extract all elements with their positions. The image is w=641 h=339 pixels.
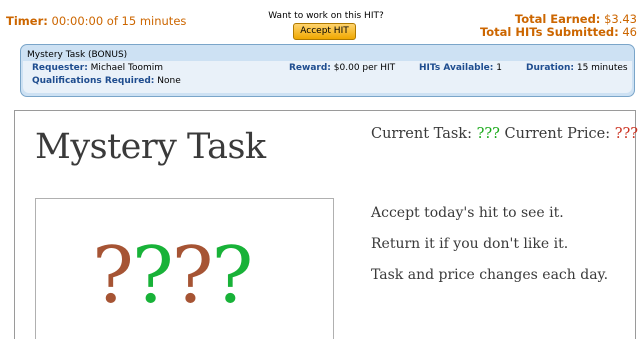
question-marks: ???? bbox=[92, 237, 253, 315]
duration-value: 15 minutes bbox=[576, 63, 628, 73]
mystery-image: ???? bbox=[35, 198, 334, 339]
duration: Duration: 15 minutes bbox=[526, 63, 628, 73]
instruction-line: Accept today's hit to see it. bbox=[371, 205, 564, 221]
hits-available: HITs Available: 1 bbox=[419, 63, 502, 73]
current-task-line: Current Task: ??? Current Price: ??? bbox=[371, 126, 638, 142]
timer-label: Timer: bbox=[6, 14, 48, 28]
hits-available-label: HITs Available: bbox=[419, 63, 494, 73]
hit-details: Requester: Michael Toomim Reward: $0.00 … bbox=[23, 61, 632, 93]
accept-hit-button[interactable]: Accept HIT bbox=[293, 23, 356, 40]
current-price-label: Current Price: bbox=[504, 126, 611, 142]
task-heading: Mystery Task bbox=[35, 127, 266, 167]
total-hits-submitted: Total HITs Submitted: 46 bbox=[480, 26, 637, 39]
total-earned-label: Total Earned: bbox=[514, 12, 601, 26]
qualifications-label: Qualifications Required: bbox=[32, 76, 155, 86]
current-price-value: ??? bbox=[614, 126, 639, 142]
reward-label: Reward: bbox=[289, 63, 331, 73]
qualifications-value: None bbox=[157, 76, 181, 86]
instruction-line: Return it if you don't like it. bbox=[371, 236, 569, 252]
duration-label: Duration: bbox=[526, 63, 574, 73]
work-prompt: Want to work on this HIT? bbox=[268, 11, 384, 21]
question-mark: ? bbox=[131, 231, 174, 321]
timer: Timer: 00:00:00 of 15 minutes bbox=[6, 14, 186, 28]
total-hits-label: Total HITs Submitted: bbox=[479, 25, 619, 39]
hits-available-value: 1 bbox=[496, 63, 502, 73]
current-task-value: ??? bbox=[476, 126, 500, 142]
requester-label: Requester: bbox=[32, 63, 88, 73]
reward-value: $0.00 per HIT bbox=[333, 63, 396, 73]
question-mark: ? bbox=[211, 231, 253, 321]
current-task-label: Current Task: bbox=[371, 126, 472, 142]
timer-value: 00:00:00 of 15 minutes bbox=[51, 14, 187, 28]
reward: Reward: $0.00 per HIT bbox=[289, 63, 395, 73]
requester-value[interactable]: Michael Toomim bbox=[91, 63, 163, 73]
earnings-summary: Total Earned: $3.43 Total HITs Submitted… bbox=[480, 13, 637, 39]
question-mark: ? bbox=[171, 231, 214, 321]
hit-info-box: Mystery Task (BONUS) Requester: Michael … bbox=[20, 44, 635, 97]
instruction-line: Task and price changes each day. bbox=[371, 267, 609, 283]
hit-title: Mystery Task (BONUS) bbox=[27, 50, 128, 60]
requester: Requester: Michael Toomim bbox=[32, 63, 163, 73]
question-mark: ? bbox=[92, 231, 134, 321]
total-hits-value: 46 bbox=[622, 25, 637, 39]
qualifications: Qualifications Required: None bbox=[32, 76, 181, 86]
total-earned-value: $3.43 bbox=[604, 12, 637, 26]
